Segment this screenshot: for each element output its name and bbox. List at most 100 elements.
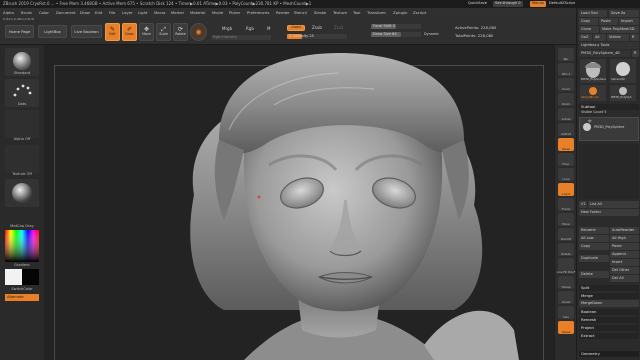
menu-color[interactable]: Color xyxy=(39,10,49,15)
menu-render[interactable]: Render xyxy=(276,10,290,15)
edit-mode-button[interactable]: ✎ Edit xyxy=(105,23,120,41)
dynamic-toggle[interactable]: Dynamic xyxy=(424,32,439,36)
project-section[interactable]: Project xyxy=(579,325,639,331)
menu-material[interactable]: Material xyxy=(190,10,205,15)
geometry-section[interactable]: Geometry xyxy=(579,351,639,357)
visible-button[interactable]: Visible xyxy=(607,34,629,41)
shelf-rotate[interactable]: Rotate xyxy=(558,243,574,256)
rotate-mode-button[interactable]: ⟳ Rotate xyxy=(173,23,188,41)
all-button[interactable]: All xyxy=(593,34,606,41)
shelf-bpr[interactable]: Bpr xyxy=(558,48,574,61)
del-other-button[interactable]: Del Other xyxy=(610,267,639,274)
remesh-section[interactable]: Remesh xyxy=(579,317,639,323)
zadd-toggle[interactable]: Zadd xyxy=(287,25,305,31)
menu-edit[interactable]: Edit xyxy=(95,10,102,15)
menu-marker[interactable]: Marker xyxy=(171,10,184,15)
extract-section[interactable]: Extract xyxy=(579,333,639,339)
insert-button[interactable]: Insert xyxy=(610,259,639,266)
shelf-actual[interactable]: Actual xyxy=(558,108,574,121)
menu-texture[interactable]: Texture xyxy=(333,10,347,15)
mergedown-button[interactable]: MergeDown xyxy=(579,300,639,307)
focal-shift-slider[interactable]: Focal Shift 0 xyxy=(371,24,421,29)
menu-transform[interactable]: Transform xyxy=(367,10,386,15)
menu-stroke[interactable]: Stroke xyxy=(314,10,326,15)
save-as-button[interactable]: Save As xyxy=(609,10,639,17)
shelf-floor[interactable]: Floor xyxy=(558,153,574,166)
shelf-zoom[interactable]: Zoom xyxy=(558,93,574,106)
lightbox-tools-button[interactable]: Lightbox ▸ Tools xyxy=(579,42,639,49)
shelf-linefill[interactable]: Line Fill PolyF xyxy=(557,258,575,274)
all-low-button[interactable]: All Low xyxy=(579,235,609,242)
load-tool-button[interactable]: Load Tool xyxy=(579,10,607,17)
gizmo-3d-button[interactable]: ◉ xyxy=(190,23,207,41)
menu-alpha[interactable]: Alpha xyxy=(3,10,14,15)
texture-selector[interactable] xyxy=(5,145,39,173)
menu-draw[interactable]: Draw xyxy=(80,10,90,15)
merge-section[interactable]: Merge xyxy=(579,293,639,299)
clone-button[interactable]: Clone xyxy=(579,26,599,33)
new-folder-button[interactable]: New Folder xyxy=(579,209,639,216)
menu-macro[interactable]: Macro xyxy=(154,10,166,15)
home-page-button[interactable]: Home Page xyxy=(5,25,34,38)
duplicate-button[interactable]: Duplicate xyxy=(579,255,609,262)
scale-mode-button[interactable]: ⤢ Scale xyxy=(156,23,171,41)
shelf-move[interactable]: Move xyxy=(558,213,574,226)
paste-tool-button[interactable]: Paste xyxy=(599,18,618,25)
menu-picker[interactable]: Picker xyxy=(229,10,240,15)
default-zscript-button[interactable]: DefaultZScript xyxy=(547,1,577,7)
menu-file[interactable]: File xyxy=(109,10,115,15)
tool-thumb-polysph[interactable]: PM3D_PolySph xyxy=(610,85,636,101)
shelf-persp[interactable]: Persp xyxy=(558,138,574,151)
shelf-aahalf[interactable]: AAHalf xyxy=(558,123,574,136)
make-polymesh-button[interactable]: Make PolyMesh3D xyxy=(600,26,639,33)
paste-subtool-button[interactable]: Paste xyxy=(610,243,639,250)
menu-zplugin[interactable]: Zplugin xyxy=(393,10,407,15)
move-mode-button[interactable]: ✥ Move xyxy=(139,23,154,41)
z-intensity-slider[interactable]: Z Intensity 25 xyxy=(287,34,347,39)
autoreorder-button[interactable]: AutoReorder xyxy=(610,227,639,234)
alternate-toggle[interactable]: Alternate xyxy=(5,294,39,301)
shelf-local[interactable]: Local xyxy=(558,168,574,181)
rename-button[interactable]: Rename xyxy=(579,227,609,234)
alpha-selector[interactable] xyxy=(5,110,39,138)
menu-stencil[interactable]: Stencil xyxy=(294,10,307,15)
shelf-lsym[interactable]: L.Sym xyxy=(558,183,574,196)
menu-light[interactable]: Light xyxy=(138,10,147,15)
draw-size-slider[interactable]: Draw Size 64 xyxy=(371,32,421,37)
menu-brush[interactable]: Brush xyxy=(21,10,32,15)
switch-color-button[interactable]: SwitchColor xyxy=(0,287,44,292)
live-boolean-button[interactable]: Live Boolean xyxy=(71,25,102,38)
shelf-ghost[interactable]: Ghost xyxy=(558,291,574,304)
lightbox-button[interactable]: LightBox xyxy=(38,25,67,38)
tool-thumb-simplebrush[interactable]: SimpleBrush xyxy=(580,85,606,101)
mrgb-toggle[interactable]: Mrgb xyxy=(222,27,232,31)
r-toggle[interactable]: R xyxy=(632,50,639,57)
goz-button[interactable]: GoZ xyxy=(579,34,592,41)
tool-thumb-polysphere[interactable]: PM3D_PolySphere xyxy=(580,59,606,83)
material-selector[interactable] xyxy=(5,179,39,207)
see-through-slider[interactable]: See-through 0 xyxy=(493,1,523,7)
rgb-toggle[interactable]: Rgb xyxy=(246,27,254,31)
r-button[interactable]: R xyxy=(630,34,639,41)
del-all-button[interactable]: Del All xyxy=(610,275,639,282)
zcut-toggle[interactable]: Zcut xyxy=(334,26,343,30)
quicksave-button[interactable]: QuickSave xyxy=(466,1,489,7)
shelf-xpose[interactable]: Xpose xyxy=(558,321,574,334)
subtool-list-item[interactable]: PM3D_PolySphere 👁 xyxy=(579,117,639,141)
list-all-button[interactable]: List All xyxy=(588,201,639,208)
m-toggle[interactable]: M xyxy=(267,27,270,31)
tool-thumb-sphere[interactable]: Sphere3D xyxy=(610,59,636,83)
shelf-solo[interactable]: Solo xyxy=(558,306,574,319)
secondary-color-swatch[interactable] xyxy=(22,269,39,285)
shelf-scroll[interactable]: Scroll xyxy=(558,78,574,91)
zsub-toggle[interactable]: Zsub xyxy=(312,26,322,30)
append-button[interactable]: Append xyxy=(610,251,639,258)
menu-zscript[interactable]: Zscript xyxy=(413,10,426,15)
menus-button[interactable]: Menus xyxy=(530,1,546,7)
color-picker[interactable] xyxy=(5,230,39,262)
split-section[interactable]: Split xyxy=(579,285,639,291)
shelf-zoomd[interactable]: ZoomD xyxy=(558,228,574,241)
eye-icon[interactable]: 👁 xyxy=(588,120,592,123)
menu-preferences[interactable]: Preferences xyxy=(247,10,269,15)
copy-subtool-button[interactable]: Copy xyxy=(579,243,609,250)
